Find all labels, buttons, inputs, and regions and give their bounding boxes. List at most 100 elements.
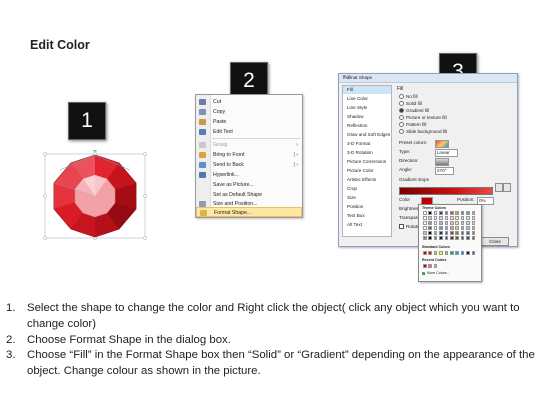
theme-shade-swatch[interactable] xyxy=(460,221,465,225)
theme-shade-swatch[interactable] xyxy=(428,221,432,225)
nav-item-fill[interactable]: Fill xyxy=(343,86,391,95)
nav-item-line-style[interactable]: Line Style xyxy=(343,104,391,112)
theme-shade-swatch[interactable] xyxy=(439,221,443,225)
theme-shade-swatch[interactable] xyxy=(433,226,438,230)
standard-color-swatch[interactable] xyxy=(471,251,476,255)
theme-shade-swatch[interactable] xyxy=(471,226,476,230)
more-colors-link[interactable]: More Colors... xyxy=(427,271,450,275)
theme-shade-swatch[interactable] xyxy=(428,236,432,240)
theme-shade-swatch[interactable] xyxy=(444,221,449,225)
theme-shade-swatch[interactable] xyxy=(439,236,443,240)
menu-item-copy[interactable]: Copy xyxy=(196,107,302,117)
theme-color-swatch[interactable] xyxy=(439,211,443,215)
theme-shade-swatch[interactable] xyxy=(423,226,427,230)
recent-color-swatch[interactable] xyxy=(428,264,432,268)
theme-shade-swatch[interactable] xyxy=(439,216,443,220)
theme-shade-swatch[interactable] xyxy=(455,236,459,240)
type-dropdown[interactable]: Linear xyxy=(435,149,458,157)
theme-shade-swatch[interactable] xyxy=(455,216,459,220)
theme-shade-swatch[interactable] xyxy=(423,216,427,220)
theme-shade-swatch[interactable] xyxy=(444,226,449,230)
remove-stop-button[interactable] xyxy=(503,183,511,192)
menu-item-bring-to-front[interactable]: Bring to Front | › xyxy=(196,150,302,160)
direction-dropdown[interactable] xyxy=(435,158,449,166)
theme-shade-swatch[interactable] xyxy=(433,221,438,225)
standard-color-swatch[interactable] xyxy=(460,251,465,255)
theme-shade-swatch[interactable] xyxy=(460,236,465,240)
theme-shade-swatch[interactable] xyxy=(471,221,476,225)
standard-color-swatch[interactable] xyxy=(439,251,443,255)
theme-shade-swatch[interactable] xyxy=(466,216,470,220)
theme-color-swatch[interactable] xyxy=(428,211,432,215)
angle-input[interactable]: 270° xyxy=(435,167,454,175)
theme-shade-swatch[interactable] xyxy=(460,216,465,220)
nav-item-text-box[interactable]: Text Box xyxy=(343,212,391,220)
theme-shade-swatch[interactable] xyxy=(423,221,427,225)
standard-color-swatch[interactable] xyxy=(450,251,454,255)
theme-shade-swatch[interactable] xyxy=(450,236,454,240)
theme-shade-swatch[interactable] xyxy=(450,216,454,220)
theme-color-swatch[interactable] xyxy=(471,211,476,215)
theme-shade-swatch[interactable] xyxy=(471,231,476,235)
menu-item-cut[interactable]: Cut xyxy=(196,97,302,107)
dialog-close-icon[interactable]: ? X xyxy=(343,74,514,82)
theme-shade-swatch[interactable] xyxy=(444,231,449,235)
theme-shade-swatch[interactable] xyxy=(439,231,443,235)
theme-shade-swatch[interactable] xyxy=(471,236,476,240)
theme-color-swatch[interactable] xyxy=(466,211,470,215)
recent-color-swatch[interactable] xyxy=(433,264,438,268)
theme-shade-swatch[interactable] xyxy=(455,231,459,235)
menu-item-paste[interactable]: Paste xyxy=(196,117,302,127)
radio-slide-background-fill[interactable]: Slide background fill xyxy=(399,129,447,135)
theme-shade-swatch[interactable] xyxy=(460,226,465,230)
theme-shade-swatch[interactable] xyxy=(455,221,459,225)
nav-item-picture-color[interactable]: Picture Color xyxy=(343,167,391,175)
nav-item-3d-format[interactable]: 3-D Format xyxy=(343,140,391,148)
nav-item-picture-corrections[interactable]: Picture Corrections xyxy=(343,158,391,166)
theme-color-swatch[interactable] xyxy=(450,211,454,215)
menu-item-save-as-picture[interactable]: Save as Picture... xyxy=(196,180,302,190)
gradient-stops-bar[interactable] xyxy=(399,187,493,195)
theme-shade-swatch[interactable] xyxy=(433,236,438,240)
theme-shade-swatch[interactable] xyxy=(444,236,449,240)
radio-gradient-fill[interactable]: Gradient fill xyxy=(399,108,429,114)
theme-color-swatch[interactable] xyxy=(460,211,465,215)
nav-item-size[interactable]: Size xyxy=(343,194,391,202)
selected-shape[interactable] xyxy=(40,148,150,242)
close-button[interactable]: Close xyxy=(481,237,509,246)
nav-item-line-color[interactable]: Line Color xyxy=(343,95,391,103)
theme-shade-swatch[interactable] xyxy=(428,231,432,235)
theme-shade-swatch[interactable] xyxy=(428,226,432,230)
theme-shade-swatch[interactable] xyxy=(466,221,470,225)
menu-item-hyperlink[interactable]: Hyperlink... xyxy=(196,170,302,180)
nav-item-3d-rotation[interactable]: 3-D Rotation xyxy=(343,149,391,157)
theme-color-swatch[interactable] xyxy=(444,211,449,215)
nav-item-position[interactable]: Position xyxy=(343,203,391,211)
theme-shade-swatch[interactable] xyxy=(433,231,438,235)
theme-shade-swatch[interactable] xyxy=(444,216,449,220)
theme-shade-swatch[interactable] xyxy=(466,236,470,240)
theme-color-swatch[interactable] xyxy=(423,211,427,215)
theme-shade-swatch[interactable] xyxy=(466,231,470,235)
standard-color-swatch[interactable] xyxy=(444,251,449,255)
theme-color-swatch[interactable] xyxy=(455,211,459,215)
radio-no-fill[interactable]: No fill xyxy=(399,94,418,100)
nav-item-glow[interactable]: Glow and Soft Edges xyxy=(343,131,391,139)
recent-color-swatch[interactable] xyxy=(423,264,427,268)
standard-color-swatch[interactable] xyxy=(433,251,438,255)
theme-shade-swatch[interactable] xyxy=(433,216,438,220)
radio-pattern-fill[interactable]: Pattern fill xyxy=(399,122,426,128)
nav-item-reflection[interactable]: Reflection xyxy=(343,122,391,130)
radio-picture-fill[interactable]: Picture or texture fill xyxy=(399,115,447,121)
theme-shade-swatch[interactable] xyxy=(460,231,465,235)
add-stop-button[interactable] xyxy=(495,183,503,192)
nav-item-shadow[interactable]: Shadow xyxy=(343,113,391,121)
theme-shade-swatch[interactable] xyxy=(455,226,459,230)
menu-item-edit-text[interactable]: Edit Text xyxy=(196,127,302,137)
standard-color-swatch[interactable] xyxy=(455,251,459,255)
nav-item-crop[interactable]: Crop xyxy=(343,185,391,193)
theme-shade-swatch[interactable] xyxy=(423,236,427,240)
theme-shade-swatch[interactable] xyxy=(466,226,470,230)
theme-shade-swatch[interactable] xyxy=(450,226,454,230)
decagon-shape-graphic[interactable] xyxy=(40,148,150,242)
